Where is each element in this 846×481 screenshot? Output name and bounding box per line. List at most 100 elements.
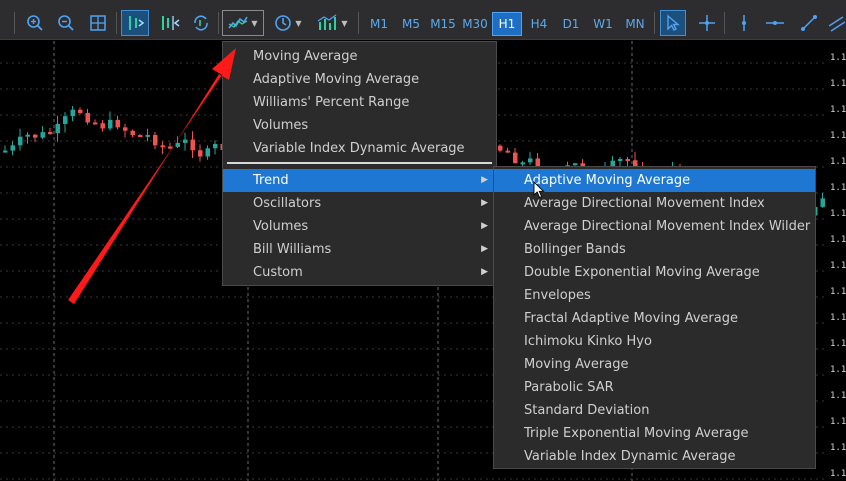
submenu-item[interactable]: Parabolic SAR <box>494 376 815 399</box>
chevron-right-icon: ▶ <box>481 267 488 277</box>
candle-body <box>70 109 75 117</box>
menu-item-recent[interactable]: Adaptive Moving Average <box>223 68 496 91</box>
chevron-down-icon: ▼ <box>295 18 302 28</box>
submenu-item[interactable]: Envelopes <box>494 284 815 307</box>
chevron-down-icon: ▼ <box>341 18 348 28</box>
chart-type-button[interactable]: ▼ <box>312 10 352 36</box>
timeframe-m1[interactable]: M1 <box>364 12 394 36</box>
submenu-item[interactable]: Average Directional Movement Index Wilde… <box>494 215 815 238</box>
submenu-item[interactable]: Bollinger Bands <box>494 238 815 261</box>
timeframe-m15[interactable]: M15 <box>428 12 458 36</box>
candle-body <box>573 163 578 166</box>
menu-item-label: Volumes <box>253 219 309 234</box>
timeframe-m30[interactable]: M30 <box>460 12 490 36</box>
crosshair-icon[interactable] <box>694 10 720 36</box>
menu-item-recent[interactable]: Moving Average <box>223 45 496 68</box>
trend-line-icon[interactable] <box>796 10 822 36</box>
chevron-right-icon: ▶ <box>481 221 488 231</box>
candle-body <box>505 150 510 153</box>
price-axis-label: 1.1 <box>830 209 846 219</box>
cursor-tool-icon[interactable] <box>660 10 686 36</box>
submenu-item[interactable]: Moving Average <box>494 353 815 376</box>
candle-body <box>175 142 180 147</box>
submenu-item[interactable]: Variable Index Dynamic Average <box>494 445 815 468</box>
candle-body <box>520 162 525 165</box>
timeframe-mn[interactable]: MN <box>620 12 650 36</box>
price-axis-label: 1.1 <box>830 417 846 427</box>
candle-body <box>145 134 150 137</box>
candle-body <box>18 136 23 146</box>
candle-body <box>528 158 533 163</box>
candle-body <box>168 146 173 149</box>
submenu-item[interactable]: Standard Deviation <box>494 399 815 422</box>
price-axis-label: 1.1 <box>830 105 846 115</box>
menu-item-recent[interactable]: Variable Index Dynamic Average <box>223 137 496 160</box>
chevron-right-icon: ▶ <box>481 175 488 185</box>
candle-body <box>625 158 630 161</box>
submenu-item[interactable]: Double Exponential Moving Average <box>494 261 815 284</box>
candle-body <box>25 134 30 137</box>
price-axis-label: 1.1 <box>830 469 846 479</box>
price-axis-label: 1.1 <box>830 287 846 297</box>
menu-item-volumes[interactable]: Volumes ▶ <box>223 215 496 238</box>
zoom-out-icon[interactable] <box>53 10 79 36</box>
candle-body <box>55 123 60 134</box>
timeframes-button[interactable]: ▼ <box>270 10 306 36</box>
refresh-icon[interactable] <box>188 10 214 36</box>
candle-body <box>40 132 45 138</box>
clock-icon <box>275 15 292 31</box>
toolbar-separator <box>358 12 359 34</box>
price-axis-label: 1.1 <box>830 131 846 141</box>
menu-item-label: Custom <box>253 265 303 280</box>
menu-item-recent[interactable]: Williams' Percent Range <box>223 91 496 114</box>
candle-body <box>78 109 83 113</box>
price-axis-label: 1.1 <box>830 157 846 167</box>
toolbar-separator <box>654 12 655 34</box>
timeframe-h4[interactable]: H4 <box>524 12 554 36</box>
submenu-item[interactable]: Fractal Adaptive Moving Average <box>494 307 815 330</box>
menu-item-bill-williams[interactable]: Bill Williams ▶ <box>223 238 496 261</box>
price-axis-label: 1.1 <box>830 53 846 63</box>
price-axis-label: 1.1 <box>830 443 846 453</box>
candle-body <box>498 145 503 151</box>
candle-body <box>190 139 195 151</box>
grid-icon[interactable] <box>85 10 111 36</box>
indicators-button[interactable]: ▼ <box>222 10 264 36</box>
auto-scroll-icon[interactable] <box>121 10 149 36</box>
submenu-item[interactable]: Ichimoku Kinko Hyo <box>494 330 815 353</box>
menu-item-label: Trend <box>253 173 289 188</box>
chart-bars-icon <box>318 14 337 30</box>
candle-body <box>85 112 90 123</box>
trend-submenu: Adaptive Moving Average Average Directio… <box>493 166 816 469</box>
vertical-line-icon[interactable] <box>731 10 757 36</box>
menu-separator <box>227 162 492 164</box>
timeframe-h1[interactable]: H1 <box>492 12 522 36</box>
candle-body <box>138 135 143 138</box>
menu-item-label: Bill Williams <box>253 242 332 257</box>
chevron-down-icon: ▼ <box>251 18 258 28</box>
menu-item-custom[interactable]: Custom ▶ <box>223 261 496 284</box>
menu-item-recent[interactable]: Volumes <box>223 114 496 137</box>
chevron-right-icon: ▶ <box>481 198 488 208</box>
chevron-right-icon: ▶ <box>481 244 488 254</box>
mouse-cursor-icon <box>533 181 545 199</box>
chart-shift-icon[interactable] <box>155 10 183 36</box>
horizontal-line-icon[interactable] <box>762 10 788 36</box>
timeframe-m5[interactable]: M5 <box>396 12 426 36</box>
submenu-item[interactable]: Triple Exponential Moving Average <box>494 422 815 445</box>
menu-item-trend[interactable]: Trend ▶ <box>223 169 496 192</box>
equidistant-channel-icon[interactable] <box>828 10 846 36</box>
price-axis-label: 1.1 <box>830 183 846 193</box>
zoom-in-icon[interactable] <box>22 10 48 36</box>
candle-body <box>183 139 188 143</box>
candle-body <box>115 119 120 128</box>
timeframe-d1[interactable]: D1 <box>556 12 586 36</box>
menu-item-label: Oscillators <box>253 196 322 211</box>
menu-item-oscillators[interactable]: Oscillators ▶ <box>223 192 496 215</box>
price-axis-label: 1.1 <box>830 261 846 271</box>
candle-body <box>820 198 825 207</box>
candle-body <box>3 150 8 153</box>
toolbar-separator <box>116 12 117 34</box>
toolbar-separator <box>14 12 15 34</box>
timeframe-w1[interactable]: W1 <box>588 12 618 36</box>
